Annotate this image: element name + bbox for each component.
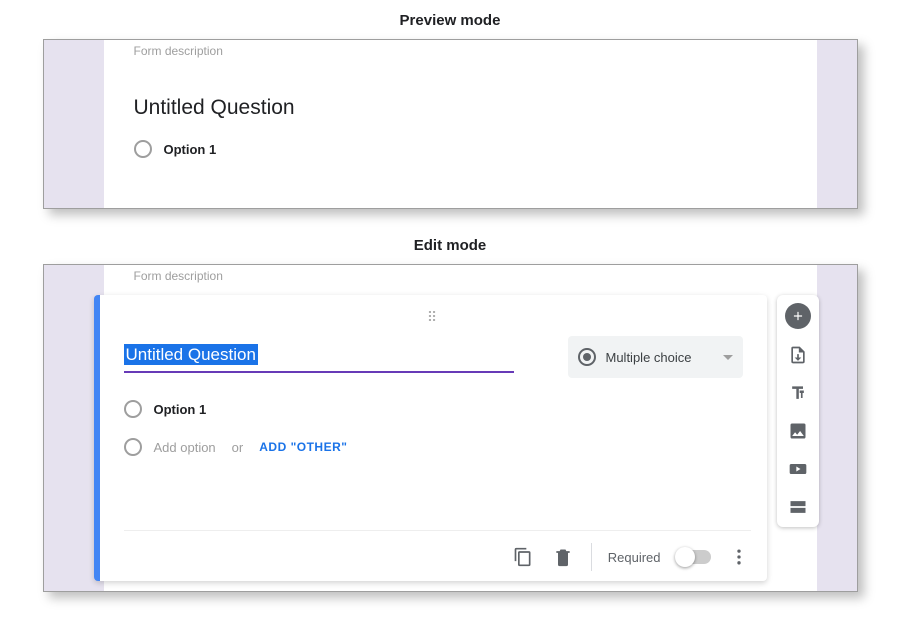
add-image-button[interactable]	[786, 419, 810, 443]
radio-icon[interactable]	[134, 140, 152, 158]
card-footer: Required	[124, 530, 751, 571]
add-option-row: Add option or ADD "OTHER"	[124, 438, 743, 456]
radio-icon	[124, 438, 142, 456]
option-row-edit[interactable]: Option 1	[124, 400, 743, 418]
required-label: Required	[608, 550, 661, 565]
question-type-label: Multiple choice	[606, 350, 723, 365]
radio-icon	[124, 400, 142, 418]
edit-mode-heading: Edit mode	[0, 237, 900, 254]
drag-handle-icon[interactable]: ⠿	[124, 309, 743, 326]
add-option-button[interactable]: Add option	[154, 440, 216, 455]
section-icon	[788, 497, 808, 517]
delete-button[interactable]	[551, 545, 575, 569]
edit-canvas: Form description ⠿ Untitled Question Mul…	[104, 265, 817, 591]
add-video-button[interactable]	[786, 457, 810, 481]
add-title-button[interactable]	[786, 381, 810, 405]
plus-icon	[791, 309, 805, 323]
option-row[interactable]: Option 1	[134, 140, 787, 158]
option-label: Option 1	[164, 142, 217, 157]
video-icon	[788, 459, 808, 479]
form-description-placeholder-edit: Form description	[134, 269, 787, 283]
more-options-button[interactable]	[727, 545, 751, 569]
text-icon	[788, 383, 808, 403]
caret-down-icon	[723, 355, 733, 360]
option-label-edit[interactable]: Option 1	[154, 402, 207, 417]
preview-canvas: Form description Untitled Question Optio…	[104, 40, 817, 208]
form-description-placeholder: Form description	[134, 44, 787, 58]
import-questions-button[interactable]	[786, 343, 810, 367]
question-title-preview: Untitled Question	[134, 96, 787, 120]
side-toolbar	[777, 295, 819, 527]
preview-mode-heading: Preview mode	[0, 12, 900, 29]
copy-icon	[513, 547, 533, 567]
question-card: ⠿ Untitled Question Multiple choice Opti…	[94, 295, 767, 581]
divider	[591, 543, 592, 571]
preview-panel: Form description Untitled Question Optio…	[43, 39, 858, 209]
question-title-text: Untitled Question	[124, 344, 258, 365]
image-icon	[788, 421, 808, 441]
add-question-button[interactable]	[785, 303, 811, 329]
duplicate-button[interactable]	[511, 545, 535, 569]
add-option-or-text: or	[232, 440, 244, 455]
add-section-button[interactable]	[786, 495, 810, 519]
more-vert-icon	[729, 547, 749, 567]
toggle-knob	[675, 547, 695, 567]
required-toggle[interactable]	[677, 550, 711, 564]
edit-panel: Form description ⠿ Untitled Question Mul…	[43, 264, 858, 592]
question-title-field[interactable]: Untitled Question	[124, 341, 514, 373]
add-other-button[interactable]: ADD "OTHER"	[259, 440, 347, 454]
trash-icon	[553, 547, 573, 567]
radio-filled-icon	[578, 348, 596, 366]
question-type-picker[interactable]: Multiple choice	[568, 336, 743, 378]
import-icon	[788, 345, 808, 365]
